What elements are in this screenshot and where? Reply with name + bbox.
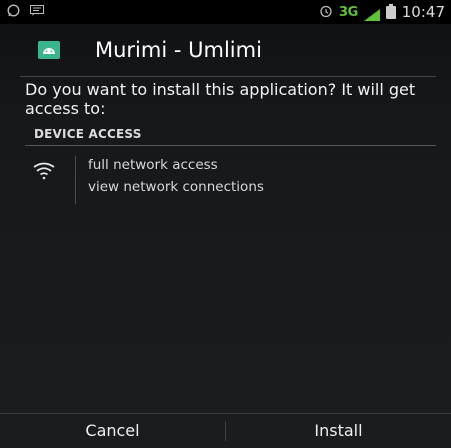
network-type: 3G — [339, 4, 358, 20]
alarm-icon — [319, 4, 333, 21]
app-title: Murimi - Umlimi — [95, 38, 262, 62]
divider — [20, 76, 436, 77]
clock: 10:47 — [401, 3, 445, 21]
install-question: Do you want to install this application?… — [25, 80, 416, 118]
whatsapp-icon — [7, 4, 20, 20]
signal-icon — [363, 6, 380, 21]
section-divider — [25, 145, 436, 146]
permission-item: view network connections — [88, 179, 264, 195]
cancel-button[interactable]: Cancel — [0, 414, 225, 448]
install-screen: 3G 10:47 Murimi - Umlimi Do you want to … — [0, 0, 451, 448]
title-bar: Murimi - Umlimi — [0, 24, 451, 76]
wifi-icon — [33, 162, 55, 180]
install-button[interactable]: Install — [226, 414, 451, 448]
section-title-device-access: DEVICE ACCESS — [34, 127, 142, 141]
battery-icon — [385, 3, 396, 19]
status-bar: 3G 10:47 — [0, 0, 451, 24]
action-bar: Cancel Install — [0, 413, 451, 448]
android-app-icon — [38, 41, 60, 59]
message-icon — [30, 5, 44, 19]
permission-divider — [75, 156, 76, 204]
permission-item: full network access — [88, 157, 218, 173]
permission-group: full network access view network connect… — [25, 152, 445, 207]
